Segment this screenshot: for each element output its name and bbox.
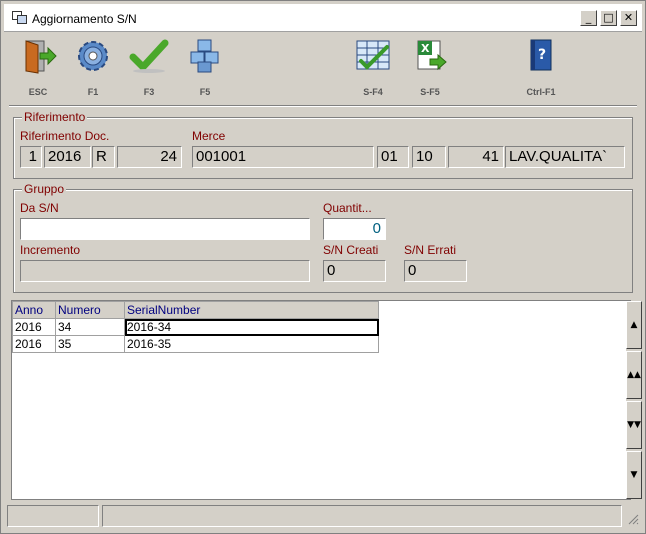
page-up-button[interactable]: ▲▲ [626,351,642,399]
merce-label: Merce [192,129,226,143]
merce-field-2: 10 [412,146,446,168]
f5-button[interactable]: F5 [180,37,230,99]
grid-header-row: Anno Numero SerialNumber [12,301,379,319]
doc-number-field: 24 [117,146,182,168]
window-title: Aggiornamento S/N [32,12,137,26]
incremento-label: Incremento [20,243,81,257]
sn-errati-field: 0 [404,260,467,282]
excel-export-icon: X [417,40,447,71]
riferimento-group-label: Riferimento [22,110,88,124]
s-f5-button[interactable]: X S-F5 [405,37,455,99]
scroll-down-button[interactable]: ▼ [626,451,642,499]
serial-table: Anno Numero SerialNumber 2016 34 2016-34… [12,301,379,353]
cubes-icon [190,39,219,73]
s-f4-button[interactable]: S-F4 [348,37,398,99]
svg-text:X: X [421,42,430,55]
cell-numero[interactable]: 35 [55,335,125,353]
merce-description-field: LAV.QUALITA` [505,146,625,168]
cell-anno[interactable]: 2016 [12,335,56,353]
f5-label: F5 [199,87,211,97]
minimize-button[interactable]: _ [580,10,597,26]
main-window: Aggiornamento S/N _ □ ✕ ESC F1 F3 F5 S-F… [0,0,646,534]
status-bar [7,505,643,527]
ctrl-f1-button[interactable]: ? Ctrl-F1 [516,37,566,99]
exit-door-icon [25,40,57,74]
column-header-numero[interactable]: Numero [55,301,125,319]
serial-grid[interactable]: Anno Numero SerialNumber 2016 34 2016-34… [11,300,642,500]
maximize-button[interactable]: □ [600,10,617,26]
sn-errati-label: S/N Errati [404,243,457,257]
f1-button[interactable]: F1 [68,37,118,99]
ctrl-f1-label: Ctrl-F1 [526,87,556,97]
da-sn-input[interactable] [20,218,310,240]
svg-text:?: ? [538,47,546,63]
merce-field-3: 41 [448,146,504,168]
vertical-scrollbar[interactable]: ▲ ▲▲ ▼▼ ▼ [626,301,642,499]
quantita-label: Quantit... [323,201,372,215]
incremento-field [20,260,310,282]
quantita-input[interactable]: 0 [323,218,386,240]
scroll-up-button[interactable]: ▲ [626,301,642,349]
status-cell-1 [7,505,99,527]
doc-series-field: R [92,146,115,168]
column-header-anno[interactable]: Anno [12,301,56,319]
help-book-icon: ? [530,39,552,71]
table-row[interactable]: 2016 34 2016-34 [12,318,379,336]
merce-field-1: 01 [377,146,409,168]
grid-check-icon [356,40,390,70]
f3-button[interactable]: F3 [124,37,174,99]
gruppo-group-label: Gruppo [22,182,67,196]
sn-creati-label: S/N Creati [323,243,379,257]
gear-icon [78,41,108,71]
page-down-button[interactable]: ▼▼ [626,401,642,449]
column-header-serialnumber[interactable]: SerialNumber [124,301,379,319]
esc-label: ESC [28,87,48,97]
cell-anno[interactable]: 2016 [12,318,56,336]
da-sn-label: Da S/N [20,201,59,215]
esc-button[interactable]: ESC [13,37,63,99]
f1-label: F1 [87,87,99,97]
cell-numero[interactable]: 34 [55,318,125,336]
close-button[interactable]: ✕ [620,10,637,26]
title-bar: Aggiornamento S/N _ □ ✕ [4,4,642,32]
cell-serialnumber-selected[interactable]: 2016-34 [124,318,379,336]
merce-code-field: 001001 [192,146,374,168]
doc-type-field: 1 [20,146,42,168]
sn-creati-field: 0 [323,260,386,282]
toolbar-separator [9,105,637,107]
table-row[interactable]: 2016 35 2016-35 [12,335,379,353]
cell-serialnumber[interactable]: 2016-35 [124,335,379,353]
resize-grip-icon[interactable] [627,513,639,525]
status-cell-2 [102,505,622,527]
checkmark-icon [129,39,169,73]
f3-label: F3 [143,87,155,97]
riferimento-doc-label: Riferimento Doc. [20,129,110,143]
s-f5-label: S-F5 [420,87,440,97]
doc-year-field: 2016 [44,146,91,168]
window-app-icon [12,11,27,24]
s-f4-label: S-F4 [363,87,383,97]
